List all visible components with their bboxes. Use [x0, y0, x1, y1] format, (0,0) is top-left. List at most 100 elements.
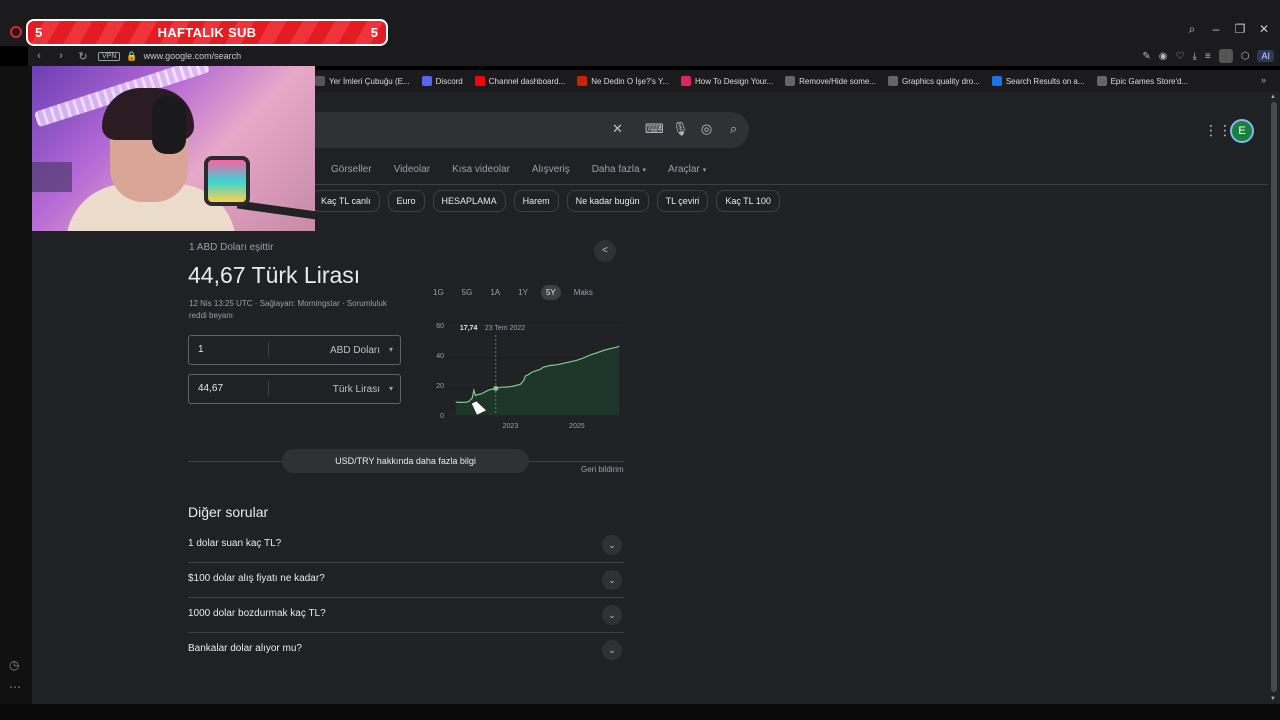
tooltip-point [493, 385, 499, 391]
opera-logo-icon[interactable] [10, 26, 22, 38]
ai-button[interactable]: AI [1257, 50, 1274, 62]
list-item[interactable]: 1000 dolar bozdurmak kaç TL? ⌄ [188, 598, 624, 633]
lock-icon[interactable]: 🔒 [126, 51, 137, 62]
bookmark-item[interactable]: Channel dashboard... [474, 76, 565, 86]
chip[interactable]: TL çeviri [656, 190, 709, 212]
more-info-button[interactable]: USD/TRY hakkında daha fazla bilgi [282, 449, 529, 473]
bookmark-item[interactable]: Search Results on a... [991, 76, 1085, 86]
to-amount-input[interactable]: 44,67 [189, 381, 269, 397]
page-scrollbar[interactable]: ▲ ▼ [1268, 92, 1280, 704]
list-item[interactable]: $100 dolar alış fiyatı ne kadar? ⌄ [188, 563, 624, 598]
share-icon[interactable]: < [594, 240, 616, 262]
exchange-rate-chart[interactable]: 0 20 40 60 2023 2025 17,74 23 Tem 2022 [402, 317, 632, 437]
bookmark-item[interactable]: Remove/Hide some... [785, 76, 876, 86]
chip[interactable]: Euro [387, 190, 425, 212]
bookmark-item[interactable]: Yer İmleri Çubuğu (E... [315, 76, 410, 86]
to-currency-row: 44,67 Türk Lirası [188, 374, 401, 404]
keyboard-icon[interactable]: ⌨ [645, 121, 664, 137]
address-bar-tools: ✎ ◉ ♡ ⤓ ≡ ⬡ AI [1142, 49, 1274, 63]
history-icon[interactable]: ◷ [9, 658, 19, 672]
chip[interactable]: Harem [513, 190, 559, 212]
sub-goal-banner: 5 HAFTALIK SUB 5 [26, 19, 388, 46]
chevron-down-icon[interactable]: ⌄ [602, 640, 622, 660]
chevron-down-icon[interactable]: ⌄ [602, 605, 622, 625]
menu-icon[interactable]: ≡ [1205, 51, 1211, 62]
search-tabs-icon[interactable]: ⌕ [1180, 20, 1204, 38]
camera-icon[interactable]: ◉ [1159, 51, 1168, 62]
range-button[interactable]: 5Y [540, 285, 561, 300]
bookmark-favicon-icon [888, 76, 899, 86]
from-amount-input[interactable]: 1 [189, 342, 269, 358]
search-icon[interactable]: ⌕ [726, 121, 741, 137]
bookmark-item[interactable]: Ne Dedin O İşe?'s Y... [577, 76, 669, 86]
close-window-icon[interactable]: ✕ [1252, 20, 1276, 38]
address-bar: ‹ › ↻ VPN 🔒 www.google.com/search ✎ ◉ ♡ … [28, 46, 1280, 66]
from-currency-select[interactable]: ABD Doları [269, 345, 400, 356]
people-also-ask-title: Diğer sorular [188, 504, 269, 520]
scroll-thumb[interactable] [1271, 102, 1277, 692]
minimize-icon[interactable]: – [1204, 20, 1228, 38]
chip[interactable]: Ne kadar bugün [566, 190, 649, 212]
edit-icon[interactable]: ✎ [1142, 51, 1150, 62]
source-meta: 12 Nis 13:25 UTC · Sağlayan: Morningstar… [189, 299, 387, 320]
headset [152, 96, 186, 154]
tab-images[interactable]: Görseller [331, 164, 372, 175]
tab-shopping[interactable]: Alışveriş [532, 164, 570, 175]
scroll-up-icon[interactable]: ▲ [1270, 94, 1276, 100]
search-tabs: Görseller Videolar Kısa videolar Alışver… [331, 164, 706, 175]
range-button[interactable]: 1A [485, 285, 505, 300]
scroll-down-icon[interactable]: ▼ [1270, 696, 1276, 702]
bookmark-label: Epic Games Store'd... [1110, 76, 1189, 86]
question-text: 1000 dolar bozdurmak kaç TL? [188, 608, 326, 619]
range-button[interactable]: 1G [428, 285, 449, 300]
x-tick-label: 2023 [503, 423, 519, 430]
y-tick-label: 20 [436, 383, 444, 390]
range-button[interactable]: 5G [457, 285, 478, 300]
bookmark-item[interactable]: Discord [421, 76, 463, 86]
range-button[interactable]: Maks [569, 285, 598, 300]
chevron-down-icon[interactable]: ⌄ [602, 570, 622, 590]
bookmarks-overflow-icon[interactable]: » [1261, 75, 1266, 85]
bookmark-favicon-icon [421, 76, 432, 86]
vpn-badge[interactable]: VPN [98, 51, 121, 61]
download-icon[interactable]: ⤓ [1192, 51, 1196, 62]
clear-search-icon[interactable]: ✕ [610, 121, 625, 137]
url-field[interactable]: www.google.com/search [144, 51, 242, 61]
profile-icon[interactable] [1218, 49, 1233, 63]
heart-icon[interactable]: ♡ [1176, 51, 1185, 62]
restore-icon[interactable]: ❐ [1228, 20, 1252, 38]
tab-videos[interactable]: Videolar [394, 164, 431, 175]
more-dots-icon[interactable]: ⋯ [9, 680, 21, 694]
list-item[interactable]: Bankalar dolar alıyor mu? ⌄ [188, 633, 624, 668]
bookmark-favicon-icon [577, 76, 588, 86]
forward-icon[interactable]: › [50, 50, 72, 62]
sub-count-right: 5 [370, 25, 378, 40]
tab-more[interactable]: Daha fazla ▾ [592, 164, 646, 175]
chevron-down-icon[interactable]: ⌄ [602, 535, 622, 555]
feedback-link[interactable]: Geri bildirim [581, 465, 624, 474]
bookmark-item[interactable]: Graphics quality dro... [888, 76, 980, 86]
browser-sidebar: ◷ ⋯ [0, 66, 32, 706]
bookmark-label: Remove/Hide some... [799, 76, 877, 86]
lens-icon[interactable]: ◎ [699, 121, 714, 137]
bookmark-label: Graphics quality dro... [902, 76, 980, 86]
microphone-icon[interactable]: 🎙 [672, 121, 689, 137]
bookmark-item[interactable]: How To Design Your... [680, 76, 773, 86]
chip[interactable]: Kaç TL canlı [312, 190, 380, 212]
extensions-icon[interactable]: ⬡ [1241, 51, 1250, 62]
chip[interactable]: Kaç TL 100 [716, 190, 780, 212]
chevron-down-icon: ▾ [702, 167, 707, 174]
back-icon[interactable]: ‹ [28, 50, 50, 62]
account-avatar[interactable]: E [1230, 119, 1254, 143]
tab-short-videos[interactable]: Kısa videolar [452, 164, 510, 175]
reload-icon[interactable]: ↻ [72, 50, 94, 63]
question-text: Bankalar dolar alıyor mu? [188, 643, 302, 654]
search-input[interactable]: ✕ ⌨ 🎙 ◎ ⌕ [315, 112, 749, 148]
list-item[interactable]: 1 dolar suan kaç TL? ⌄ [188, 528, 624, 563]
tab-tools[interactable]: Araçlar ▾ [668, 164, 706, 175]
bookmark-item[interactable]: Epic Games Store'd... [1096, 76, 1189, 86]
range-button[interactable]: 1Y [513, 285, 533, 300]
bookmark-favicon-icon [1096, 76, 1107, 86]
chip[interactable]: HESAPLAMA [432, 190, 506, 212]
to-currency-select[interactable]: Türk Lirası [269, 384, 400, 395]
